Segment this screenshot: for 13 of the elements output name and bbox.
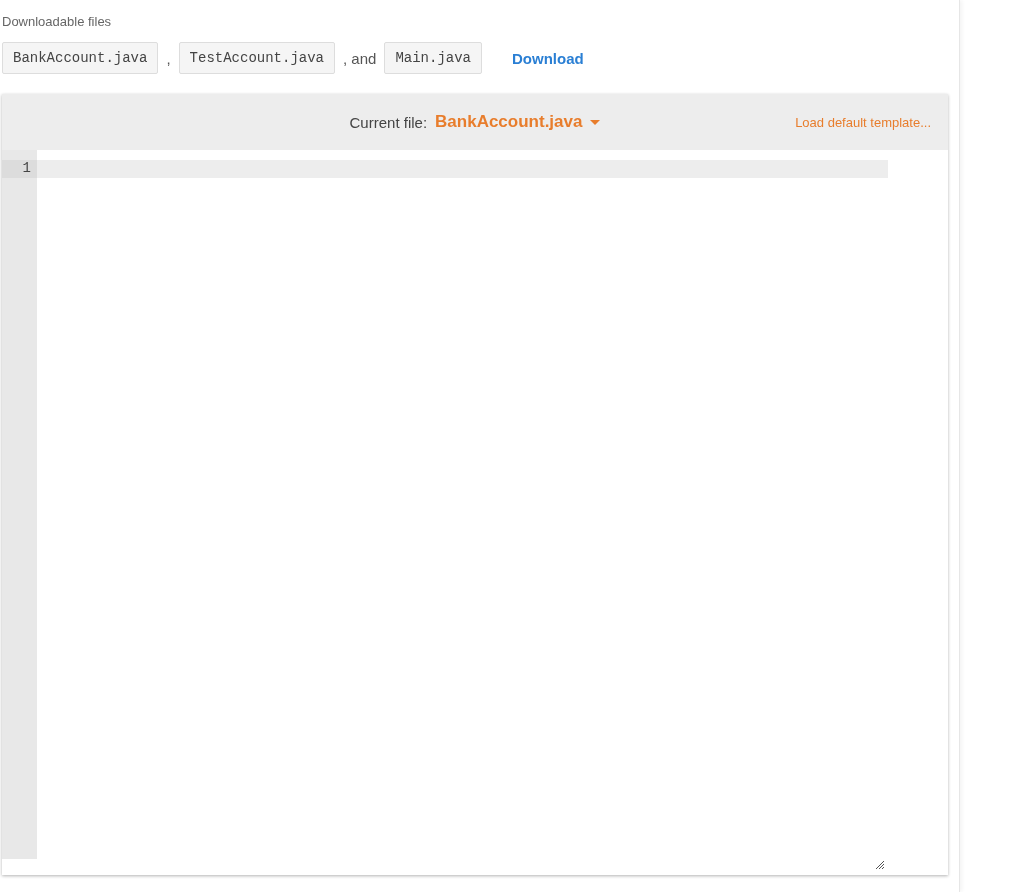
resize-handle-icon[interactable] bbox=[876, 861, 884, 869]
load-template-link[interactable]: Load default template... bbox=[795, 114, 931, 130]
current-file-label: Current file: bbox=[349, 113, 428, 131]
download-link[interactable]: Download bbox=[512, 49, 584, 67]
file-dropdown[interactable]: BankAccount.java bbox=[435, 112, 601, 132]
separator-text: , and bbox=[343, 49, 377, 67]
line-number: 1 bbox=[2, 160, 37, 178]
file-name: Main.java bbox=[384, 42, 482, 74]
file-name: TestAccount.java bbox=[178, 42, 335, 74]
separator-text: , bbox=[166, 49, 171, 67]
file-name: BankAccount.java bbox=[2, 42, 159, 74]
section-label: Downloadable files bbox=[1, 13, 113, 30]
caret-icon bbox=[590, 119, 601, 125]
